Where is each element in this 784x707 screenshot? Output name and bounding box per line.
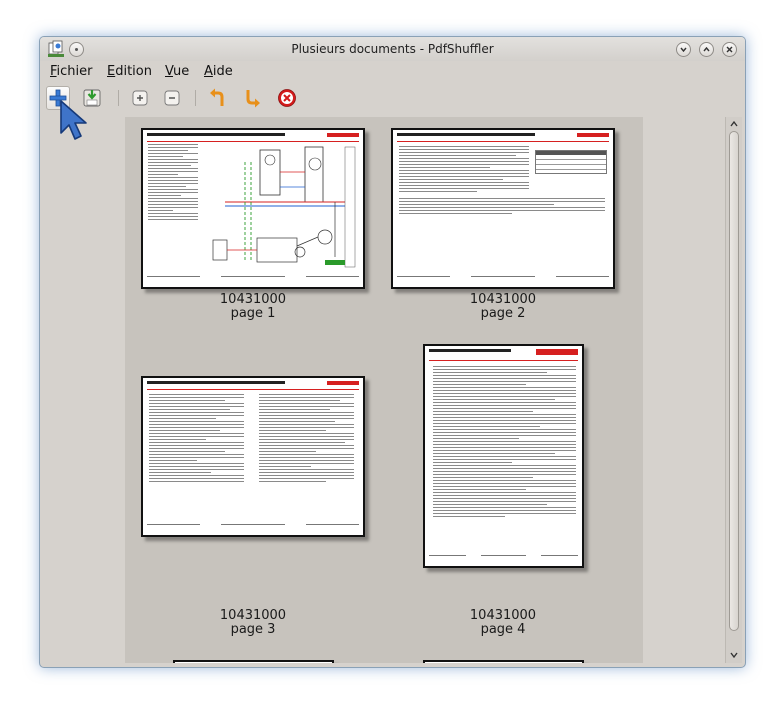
page-thumbnail[interactable]	[173, 660, 334, 663]
delete-button[interactable]	[275, 86, 299, 110]
mouse-pointer-icon	[60, 100, 87, 140]
hydraulic-schematic	[212, 146, 356, 268]
zoom-out-button[interactable]	[160, 86, 184, 110]
page-number-label: page 3	[230, 622, 276, 637]
menu-edition[interactable]: Edition	[107, 64, 152, 79]
page-thumbnail[interactable]	[141, 128, 365, 289]
menu-fichier[interactable]: Fichier	[50, 64, 93, 79]
delete-icon	[278, 89, 296, 107]
vertical-scrollbar[interactable]	[725, 117, 742, 663]
menu-vue[interactable]: Vue	[165, 64, 189, 79]
zoom-in-icon	[132, 90, 148, 106]
rotate-right-icon	[246, 90, 260, 108]
page-number-label: page 1	[230, 306, 276, 321]
zoom-out-icon	[164, 90, 180, 106]
page-thumbnails-area[interactable]: 10431000 page 1 10431000 page 2 10431000…	[125, 117, 643, 663]
dimplex-logo	[327, 133, 359, 137]
page-document-name: 10431000	[219, 608, 287, 623]
toolbar	[40, 84, 745, 112]
window-title: Plusieurs documents - PdfShuffler	[291, 42, 494, 56]
rotate-left-button[interactable]	[206, 86, 230, 110]
page-number-label: page 4	[480, 622, 526, 637]
dimplex-logo	[577, 133, 609, 137]
page-thumbnail[interactable]	[141, 376, 365, 537]
page-thumbnail[interactable]	[423, 344, 584, 568]
scroll-up-icon	[730, 120, 738, 127]
minimize-button[interactable]	[676, 42, 691, 57]
page-number-label: page 2	[480, 306, 526, 321]
page-document-name: 10431000	[219, 292, 287, 307]
page-thumbnail[interactable]	[423, 660, 584, 663]
menu-aide[interactable]: Aide	[204, 64, 233, 79]
rotate-right-button[interactable]	[240, 86, 264, 110]
dimplex-logo	[327, 381, 359, 385]
close-button[interactable]	[722, 42, 737, 57]
menu-bar: Fichier Edition Vue Aide	[40, 62, 745, 84]
dimplex-logo	[536, 349, 578, 355]
scrollbar-thumb[interactable]	[729, 131, 739, 631]
zoom-in-button[interactable]	[128, 86, 152, 110]
rotate-left-icon	[210, 88, 224, 106]
page-thumbnail[interactable]	[391, 128, 615, 289]
page-document-name: 10431000	[469, 608, 537, 623]
scroll-down-icon	[730, 652, 738, 659]
page-document-name: 10431000	[469, 292, 537, 307]
title-bar[interactable]: Plusieurs documents - PdfShuffler	[40, 37, 745, 61]
maximize-button[interactable]	[699, 42, 714, 57]
app-window: Plusieurs documents - PdfShuffler Fichie…	[39, 36, 746, 668]
